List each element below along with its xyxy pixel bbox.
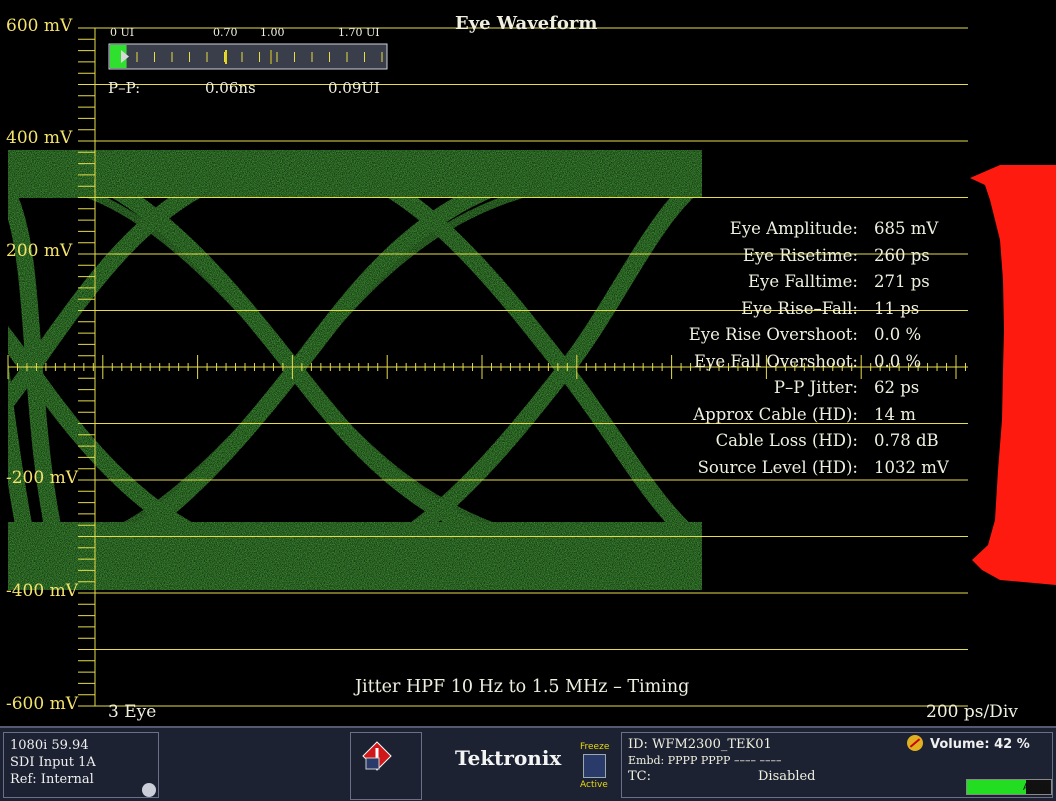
measurement-label: Eye Fall Overshoot:	[694, 351, 858, 371]
measurement-label: P–P Jitter:	[773, 378, 858, 397]
measurement-value: 271 ps	[874, 272, 930, 291]
time-per-division: 200 ps/Div	[926, 702, 1018, 722]
measurement-row: P–P Jitter: 62 ps	[610, 378, 960, 405]
eye-mode-label: 3 Eye	[108, 702, 157, 722]
ui-meter	[108, 43, 388, 70]
measurement-label: Source Level (HD):	[697, 457, 858, 477]
status-bar: 1080i 59.94 SDI Input 1A Ref: Internal T…	[0, 726, 1056, 801]
timecode-label: TC:	[628, 769, 651, 784]
pp-label: P–P:	[108, 79, 141, 97]
measurement-label: Eye Rise–Fall:	[741, 298, 858, 318]
freeze-icon	[583, 754, 606, 778]
measurement-value: 0.78 dB	[874, 431, 939, 450]
amplitude-label: -600 mV	[6, 694, 78, 714]
video-format: 1080i 59.94	[10, 738, 89, 753]
measurement-row: Eye Fall Overshoot: 0.0 %	[610, 352, 960, 379]
alarm-warning-icon	[362, 741, 392, 771]
brand-area: Tektronix Freeze Active	[420, 732, 621, 798]
measurement-label: Approx Cable (HD):	[693, 404, 858, 424]
ac-power-label: AC In	[1022, 782, 1049, 793]
brand-logo: Tektronix	[455, 746, 562, 770]
measurement-value: 62 ps	[874, 378, 920, 397]
active-label: Active	[580, 780, 608, 790]
measurement-label: Eye Risetime:	[742, 245, 858, 265]
measurement-value: 260 ps	[874, 245, 930, 265]
measurement-row: Source Level (HD): 1032 mV	[610, 458, 960, 485]
measurement-value: 0.0 %	[874, 351, 922, 371]
measurement-value: 0.0 %	[874, 325, 922, 344]
measurement-row: Eye Risetime: 260 ps	[610, 246, 960, 273]
eye-trace	[8, 150, 702, 590]
measurement-value: 1032 mV	[874, 457, 949, 477]
amplitude-histogram	[970, 165, 1056, 585]
amplitude-label: 600 mV	[6, 16, 73, 36]
freeze-label: Freeze	[580, 742, 610, 752]
mute-icon	[907, 735, 923, 751]
measurement-row: Eye Rise–Fall: 11 ps	[610, 299, 960, 326]
freeze-indicator[interactable]: Freeze Active	[580, 740, 609, 798]
eye-display[interactable]: 0 UI 0.70 1.00 1.70 UI P–P: 0.06ns 0.09U…	[0, 0, 1056, 725]
measurement-value: 14 m	[874, 404, 916, 424]
pp-jitter-ns: 0.06ns	[205, 79, 256, 97]
measurement-label: Eye Falltime:	[748, 272, 858, 291]
ui-scale-label: 0 UI	[110, 26, 135, 39]
measurement-label: Eye Amplitude:	[729, 219, 858, 238]
amplitude-label: 200 mV	[6, 241, 73, 261]
reference-source: Ref: Internal	[10, 772, 94, 787]
timecode-value: Disabled	[758, 769, 816, 784]
display-title: Eye Waveform	[455, 13, 598, 34]
measurement-row: Eye Rise Overshoot: 0.0 %	[610, 325, 960, 352]
measurement-row: Eye Amplitude: 685 mV	[610, 219, 960, 246]
ui-scale-label: 1.00	[260, 26, 285, 39]
measurement-row: Approx Cable (HD): 14 m	[610, 405, 960, 432]
measurement-value: 685 mV	[874, 219, 939, 238]
measurement-label: Cable Loss (HD):	[715, 431, 858, 450]
ac-power-icon: AC In	[966, 779, 1052, 795]
measurement-row: Eye Falltime: 271 ps	[610, 272, 960, 299]
alarm-status[interactable]	[350, 732, 422, 800]
ui-scale-label: 1.70 UI	[338, 26, 380, 39]
input-status[interactable]: 1080i 59.94 SDI Input 1A Ref: Internal	[3, 732, 159, 798]
jitter-filter-caption: Jitter HPF 10 Hz to 1.5 MHz – Timing	[355, 677, 690, 697]
measurement-row: Cable Loss (HD): 0.78 dB	[610, 431, 960, 458]
input-source: SDI Input 1A	[10, 755, 96, 770]
eye-measurements: Eye Amplitude: 685 mV Eye Risetime: 260 ps E…	[610, 219, 960, 484]
embedded-audio-status: Embd: PPPP PPPP –––– ––––	[628, 754, 782, 767]
instrument-status[interactable]: ID: WFM2300_TEK01 Embd: PPPP PPPP –––– –…	[621, 732, 1053, 798]
measurement-value: 11 ps	[874, 298, 920, 318]
amplitude-label: -200 mV	[6, 468, 78, 488]
pp-jitter-ui: 0.09UI	[328, 79, 380, 97]
amplitude-label: -400 mV	[6, 581, 78, 601]
volume-level: Volume: 42 %	[930, 737, 1030, 752]
waveform-monitor-screen: 0 UI 0.70 1.00 1.70 UI P–P: 0.06ns 0.09U…	[0, 0, 1056, 801]
reference-indicator-icon	[142, 783, 156, 797]
amplitude-label: 400 mV	[6, 128, 73, 148]
ui-scale-label: 0.70	[213, 26, 238, 39]
measurement-label: Eye Rise Overshoot:	[688, 325, 858, 344]
